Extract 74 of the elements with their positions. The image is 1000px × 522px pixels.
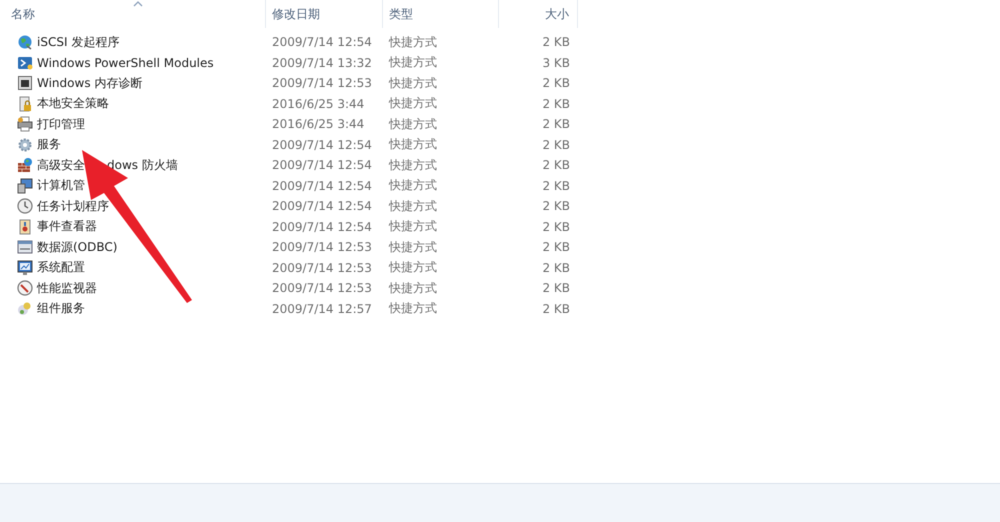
modified-date: 2009/7/14 12:53: [272, 281, 372, 296]
file-type: 快捷方式: [389, 136, 437, 154]
file-name[interactable]: 本地安全策略: [37, 95, 109, 112]
modified-date: 2009/7/14 12:53: [272, 240, 372, 254]
modified-date: 2009/7/14 12:57: [272, 302, 372, 316]
column-header[interactable]: 大小: [499, 0, 578, 28]
file-size: 2 KB: [542, 240, 570, 254]
file-type: 快捷方式: [389, 238, 437, 256]
modified-date: 2009/7/14 12:54: [272, 158, 372, 172]
file-type: 快捷方式: [389, 95, 437, 112]
file-type: 快捷方式: [389, 218, 437, 236]
modified-date: 2009/7/14 12:54: [272, 178, 372, 193]
file-name[interactable]: 任务计划程序: [37, 198, 109, 215]
file-name[interactable]: 性能监视器: [37, 280, 97, 297]
computer-icon: [17, 178, 33, 194]
file-name[interactable]: 计算机管: [37, 177, 85, 194]
file-type: 快捷方式: [389, 300, 437, 318]
lock-icon: [17, 96, 33, 112]
modified-date: 2009/7/14 12:54: [272, 199, 372, 214]
monitor-icon: [17, 260, 33, 276]
file-type: 快捷方式: [389, 34, 437, 51]
file-size: 2 KB: [542, 76, 570, 90]
modified-date: 2009/7/14 12:54: [272, 220, 372, 234]
components-icon: [17, 300, 33, 317]
modified-date: 2009/7/14 12:53: [272, 260, 372, 275]
file-name[interactable]: 事件查看器: [37, 218, 97, 236]
modified-date: 2009/7/14 13:32: [272, 56, 372, 70]
file-name[interactable]: Windows 内存诊断: [37, 74, 142, 92]
file-name[interactable]: 系统配置: [37, 259, 85, 276]
file-name[interactable]: 服务: [37, 136, 61, 154]
brick-wall-icon: [17, 157, 33, 174]
gauge-icon: [17, 280, 33, 296]
file-type: 快捷方式: [389, 198, 437, 215]
file-type: 快捷方式: [389, 116, 437, 133]
file-name[interactable]: Windows PowerShell Modules: [37, 56, 214, 70]
file-type: 快捷方式: [389, 177, 437, 194]
file-name[interactable]: 组件服务: [37, 300, 85, 318]
globe-icon: [17, 34, 33, 50]
file-name[interactable]: 高级安全: [37, 156, 85, 174]
file-type: 快捷方式: [389, 280, 437, 297]
file-size: 2 KB: [542, 138, 570, 152]
column-header[interactable]: 名称: [0, 0, 266, 28]
modified-date: 2009/7/14 12:53: [272, 76, 372, 90]
file-size: 2 KB: [542, 220, 570, 234]
modified-date: 2009/7/14 12:54: [272, 35, 372, 50]
file-name[interactable]: 数据源(ODBC): [37, 238, 118, 256]
file-size: 2 KB: [542, 96, 570, 111]
terminal-icon: [17, 54, 33, 71]
modified-date: 2009/7/14 12:54: [272, 138, 372, 152]
column-header[interactable]: 修改日期: [266, 0, 383, 28]
drive-icon: [17, 239, 33, 256]
file-size: 2 KB: [542, 281, 570, 296]
file-size: 2 KB: [542, 178, 570, 193]
log-icon: [17, 218, 33, 235]
column-header[interactable]: 类型: [383, 0, 499, 28]
file-type: 快捷方式: [389, 74, 437, 92]
file-size: 2 KB: [542, 35, 570, 50]
chip-icon: [17, 75, 33, 92]
file-type: 快捷方式: [389, 259, 437, 276]
gear-icon: [17, 136, 33, 153]
file-size: 2 KB: [542, 199, 570, 214]
clock-icon: [17, 198, 33, 214]
modified-date: 2016/6/25 3:44: [272, 117, 364, 132]
modified-date: 2016/6/25 3:44: [272, 96, 364, 111]
file-size: 2 KB: [542, 158, 570, 172]
file-name[interactable]: 打印管理: [37, 116, 85, 133]
file-size: 2 KB: [542, 117, 570, 132]
file-type: 快捷方式: [389, 156, 437, 174]
file-type: 快捷方式: [389, 54, 437, 72]
file-size: 3 KB: [542, 56, 570, 70]
file-size: 2 KB: [542, 302, 570, 316]
file-size: 2 KB: [542, 260, 570, 275]
printer-icon: [17, 116, 33, 132]
file-name[interactable]: iSCSI 发起程序: [37, 34, 120, 51]
